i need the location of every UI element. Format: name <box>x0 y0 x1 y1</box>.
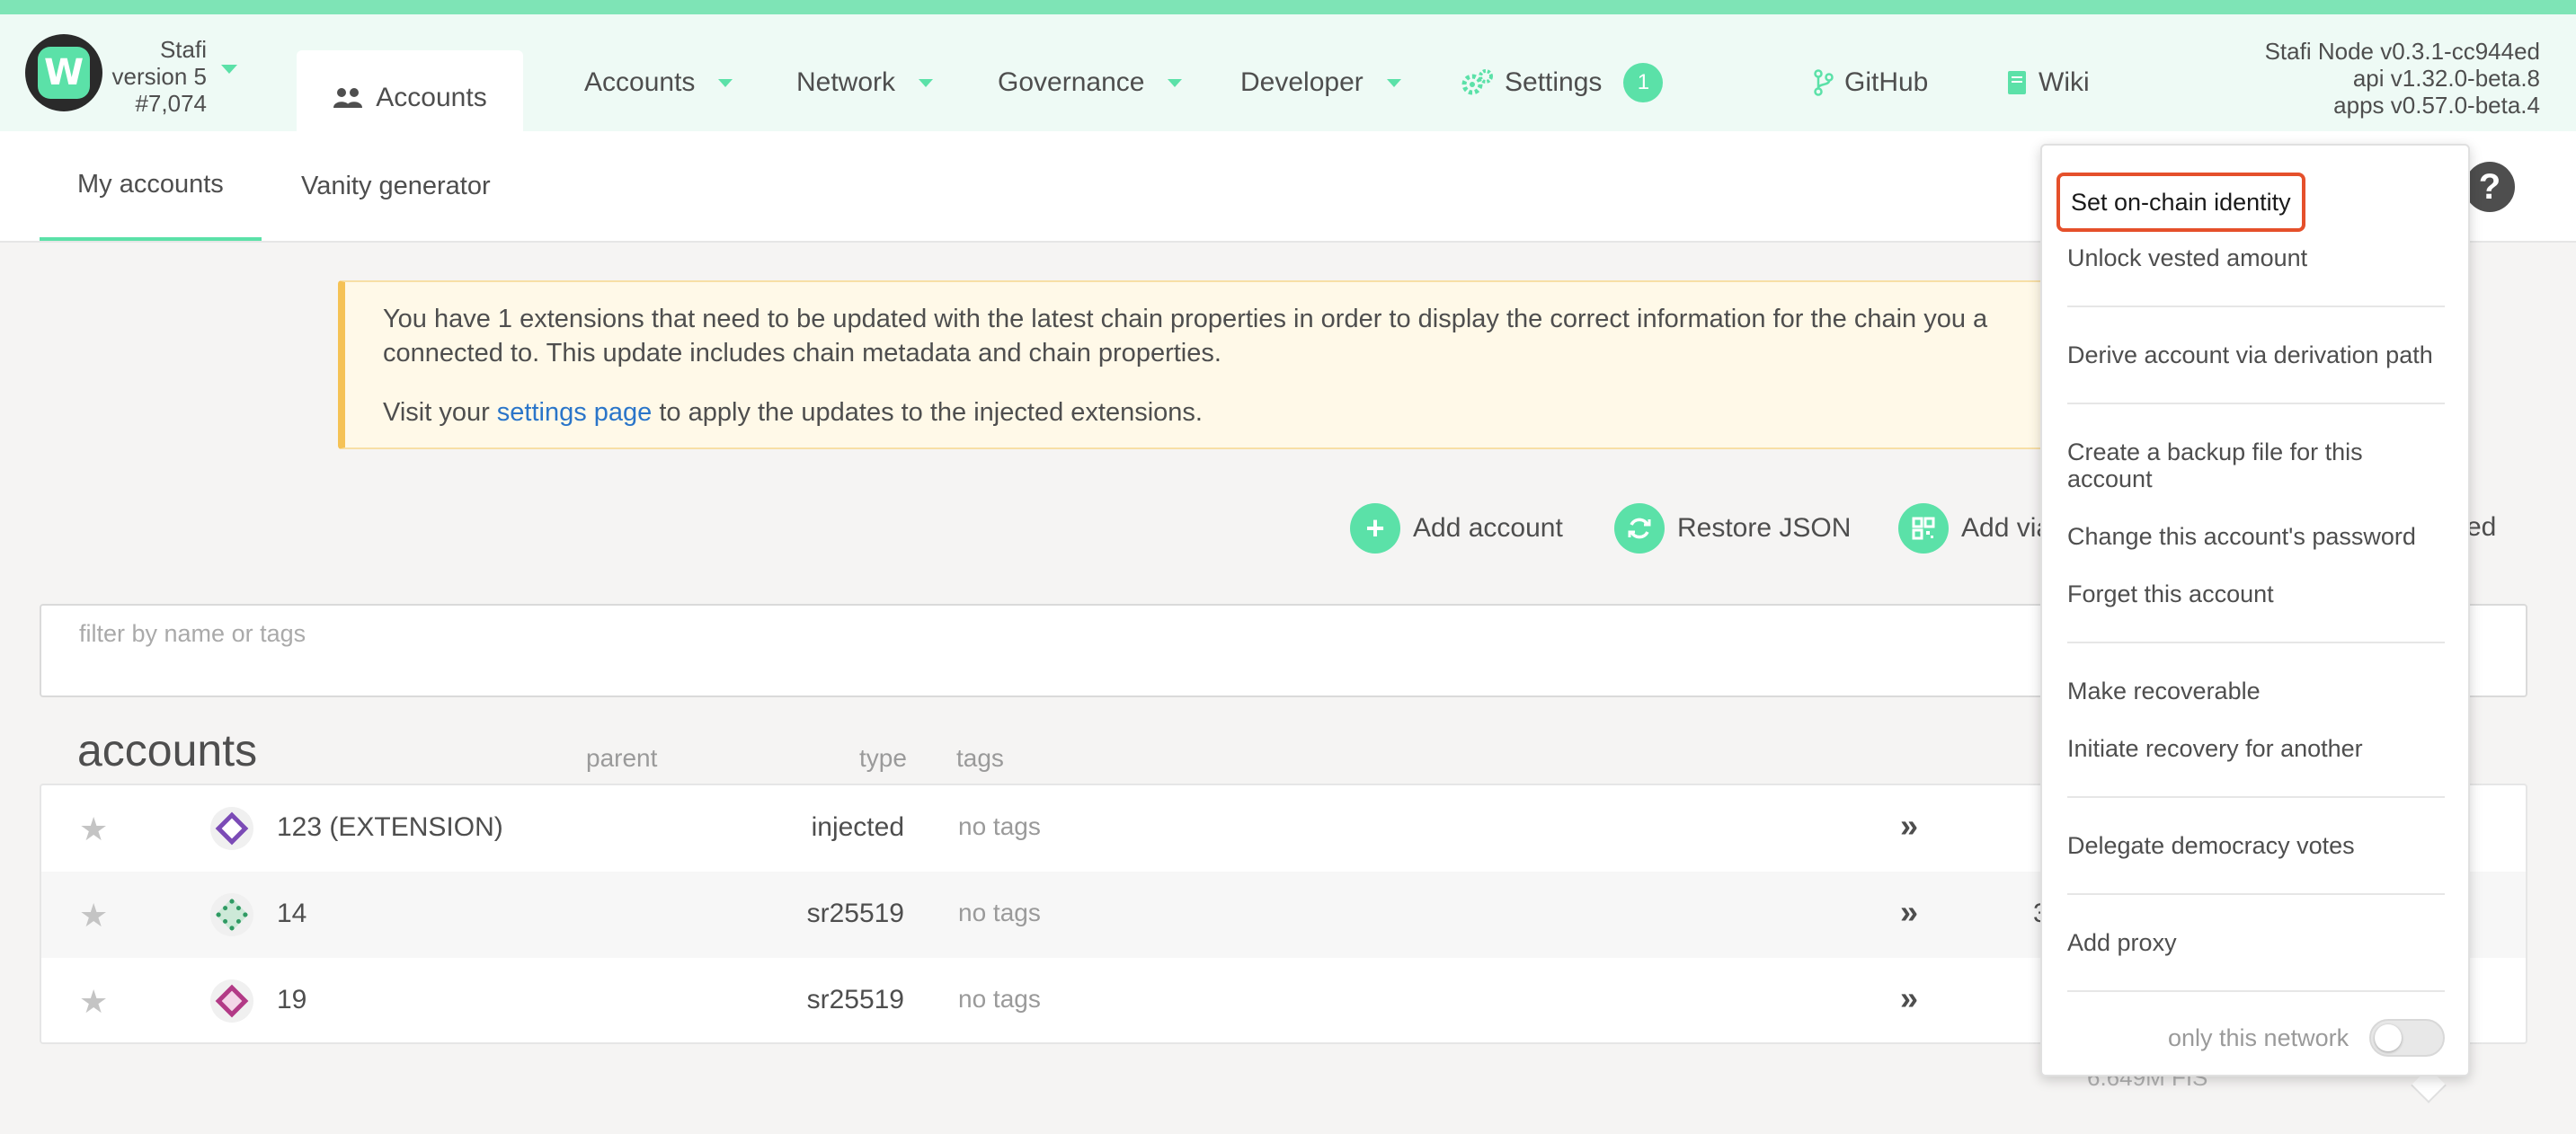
accounts-title: accounts <box>77 725 258 775</box>
warning-line2: connected to. This update includes chain… <box>383 339 1221 368</box>
stafi-logo-icon: W <box>38 47 90 99</box>
api-version: api v1.32.0-beta.8 <box>2352 65 2540 92</box>
menu-set-onchain-identity[interactable]: Set on-chain identity <box>2056 173 2305 232</box>
nav-wiki-label: Wiki <box>2039 67 2090 97</box>
version-info: Stafi Node v0.3.1-cc944ed api v1.32.0-be… <box>2265 38 2540 119</box>
menu-divider <box>2067 403 2445 404</box>
account-tags: no tags <box>958 812 1041 840</box>
chevron-down-icon <box>1386 78 1401 87</box>
warning-visit-suffix: to apply the updates to the injected ext… <box>652 398 1203 427</box>
account-actions-menu: Set on-chain identity Unlock vested amou… <box>2040 144 2470 1076</box>
add-account-button[interactable]: + Add account <box>1350 501 1563 555</box>
only-this-network-toggle[interactable] <box>2369 1019 2445 1057</box>
menu-create-backup[interactable]: Create a backup file for this account <box>2067 439 2409 492</box>
menu-divider <box>2067 642 2445 643</box>
partially-hidden-action-label: ed <box>2466 512 2497 542</box>
nav-settings[interactable]: Settings 1 <box>1461 50 1664 115</box>
settings-page-link[interactable]: settings page <box>497 398 653 427</box>
warning-visit-prefix: Visit your <box>383 398 497 427</box>
add-via-label: Add via <box>1961 513 2052 543</box>
menu-divider <box>2067 893 2445 895</box>
nav-settings-label: Settings <box>1505 67 1603 97</box>
nav-network[interactable]: Network <box>796 50 934 115</box>
menu-forget-account[interactable]: Forget this account <box>2067 580 2454 607</box>
app-header: W Stafi version 5 #7,074 Accounts Accoun… <box>0 14 2576 146</box>
warning-line1: You have 1 extensions that need to be up… <box>383 305 1988 333</box>
menu-initiate-recovery[interactable]: Initiate recovery for another <box>2067 735 2454 762</box>
star-icon[interactable]: ★ <box>79 983 108 1021</box>
restore-json-button[interactable]: Restore JSON <box>1614 501 1851 555</box>
identicon[interactable] <box>210 893 253 936</box>
nav-governance[interactable]: Governance <box>998 50 1183 115</box>
chain-selector[interactable]: Stafi version 5 #7,074 <box>106 36 208 117</box>
node-version: Stafi Node v0.3.1-cc944ed <box>2264 38 2540 65</box>
chevron-down-icon <box>919 78 934 87</box>
nav-github[interactable]: GitHub <box>1814 50 1928 115</box>
chevron-down-icon <box>718 78 733 87</box>
nav-developer-label: Developer <box>1240 67 1364 97</box>
col-type: type <box>859 744 907 772</box>
menu-make-recoverable[interactable]: Make recoverable <box>2067 678 2454 704</box>
tab-vanity-generator[interactable]: Vanity generator <box>263 131 529 241</box>
identicon[interactable] <box>210 979 253 1023</box>
account-name[interactable]: 19 <box>277 985 306 1015</box>
menu-add-proxy[interactable]: Add proxy <box>2067 929 2454 956</box>
extension-update-warning: You have 1 extensions that need to be up… <box>338 280 2136 449</box>
menu-unlock-vested[interactable]: Unlock vested amount <box>2067 244 2454 271</box>
account-tags: no tags <box>958 899 1041 926</box>
account-tags: no tags <box>958 985 1041 1013</box>
account-type: sr25519 <box>806 899 904 928</box>
toggle-knob <box>2375 1024 2402 1051</box>
double-chevron-right-icon[interactable]: » <box>1900 979 1918 1017</box>
account-name[interactable]: 123 (EXTENSION) <box>277 812 503 843</box>
help-icon[interactable]: ? <box>2465 162 2515 212</box>
gears-icon <box>1461 68 1494 97</box>
chain-logo[interactable]: W <box>25 34 102 111</box>
nav-developer[interactable]: Developer <box>1240 50 1401 115</box>
chevron-down-icon[interactable] <box>221 65 237 74</box>
account-name[interactable]: 14 <box>277 899 306 929</box>
git-branch-icon <box>1814 69 1834 96</box>
star-icon[interactable]: ★ <box>79 811 108 848</box>
chain-name: Stafi <box>159 36 207 63</box>
nav-network-label: Network <box>796 67 896 97</box>
settings-badge: 1 <box>1623 63 1664 102</box>
menu-change-password[interactable]: Change this account's password <box>2067 523 2454 550</box>
nav-governance-label: Governance <box>998 67 1145 97</box>
chain-version: version 5 <box>111 63 208 90</box>
nav-accounts-label: Accounts <box>584 67 696 97</box>
menu-divider <box>2067 306 2445 307</box>
double-chevron-right-icon[interactable]: » <box>1900 807 1918 845</box>
nav-github-label: GitHub <box>1844 67 1929 97</box>
tab-my-accounts[interactable]: My accounts <box>40 131 262 241</box>
qrcode-icon <box>1898 503 1949 554</box>
nav-wiki[interactable]: Wiki <box>2006 50 2090 115</box>
add-account-label: Add account <box>1413 513 1563 543</box>
col-tags: tags <box>956 744 1004 772</box>
sync-icon <box>1614 503 1665 554</box>
star-icon[interactable]: ★ <box>79 897 108 935</box>
apps-version: apps v0.57.0-beta.4 <box>2333 92 2540 119</box>
plus-icon: + <box>1350 503 1400 554</box>
only-this-network-label: only this network <box>2168 1024 2349 1051</box>
col-parent: parent <box>586 744 658 772</box>
users-icon <box>333 86 363 110</box>
account-type: sr25519 <box>806 985 904 1014</box>
chain-block: #7,074 <box>135 90 207 117</box>
identicon[interactable] <box>210 807 253 850</box>
menu-divider <box>2067 990 2445 992</box>
menu-delegate-votes[interactable]: Delegate democracy votes <box>2067 832 2454 859</box>
menu-divider <box>2067 796 2445 798</box>
tab-accounts-label: Accounts <box>376 83 487 112</box>
account-type: injected <box>811 812 904 842</box>
menu-derive-account[interactable]: Derive account via derivation path <box>2067 341 2454 368</box>
restore-json-label: Restore JSON <box>1677 513 1852 543</box>
book-icon <box>2006 69 2028 96</box>
nav-accounts[interactable]: Accounts <box>584 50 733 115</box>
double-chevron-right-icon[interactable]: » <box>1900 893 1918 931</box>
add-via-qr-button[interactable]: Add via <box>1898 501 2051 555</box>
top-accent-strip <box>0 0 2576 14</box>
chevron-down-icon <box>1168 78 1183 87</box>
